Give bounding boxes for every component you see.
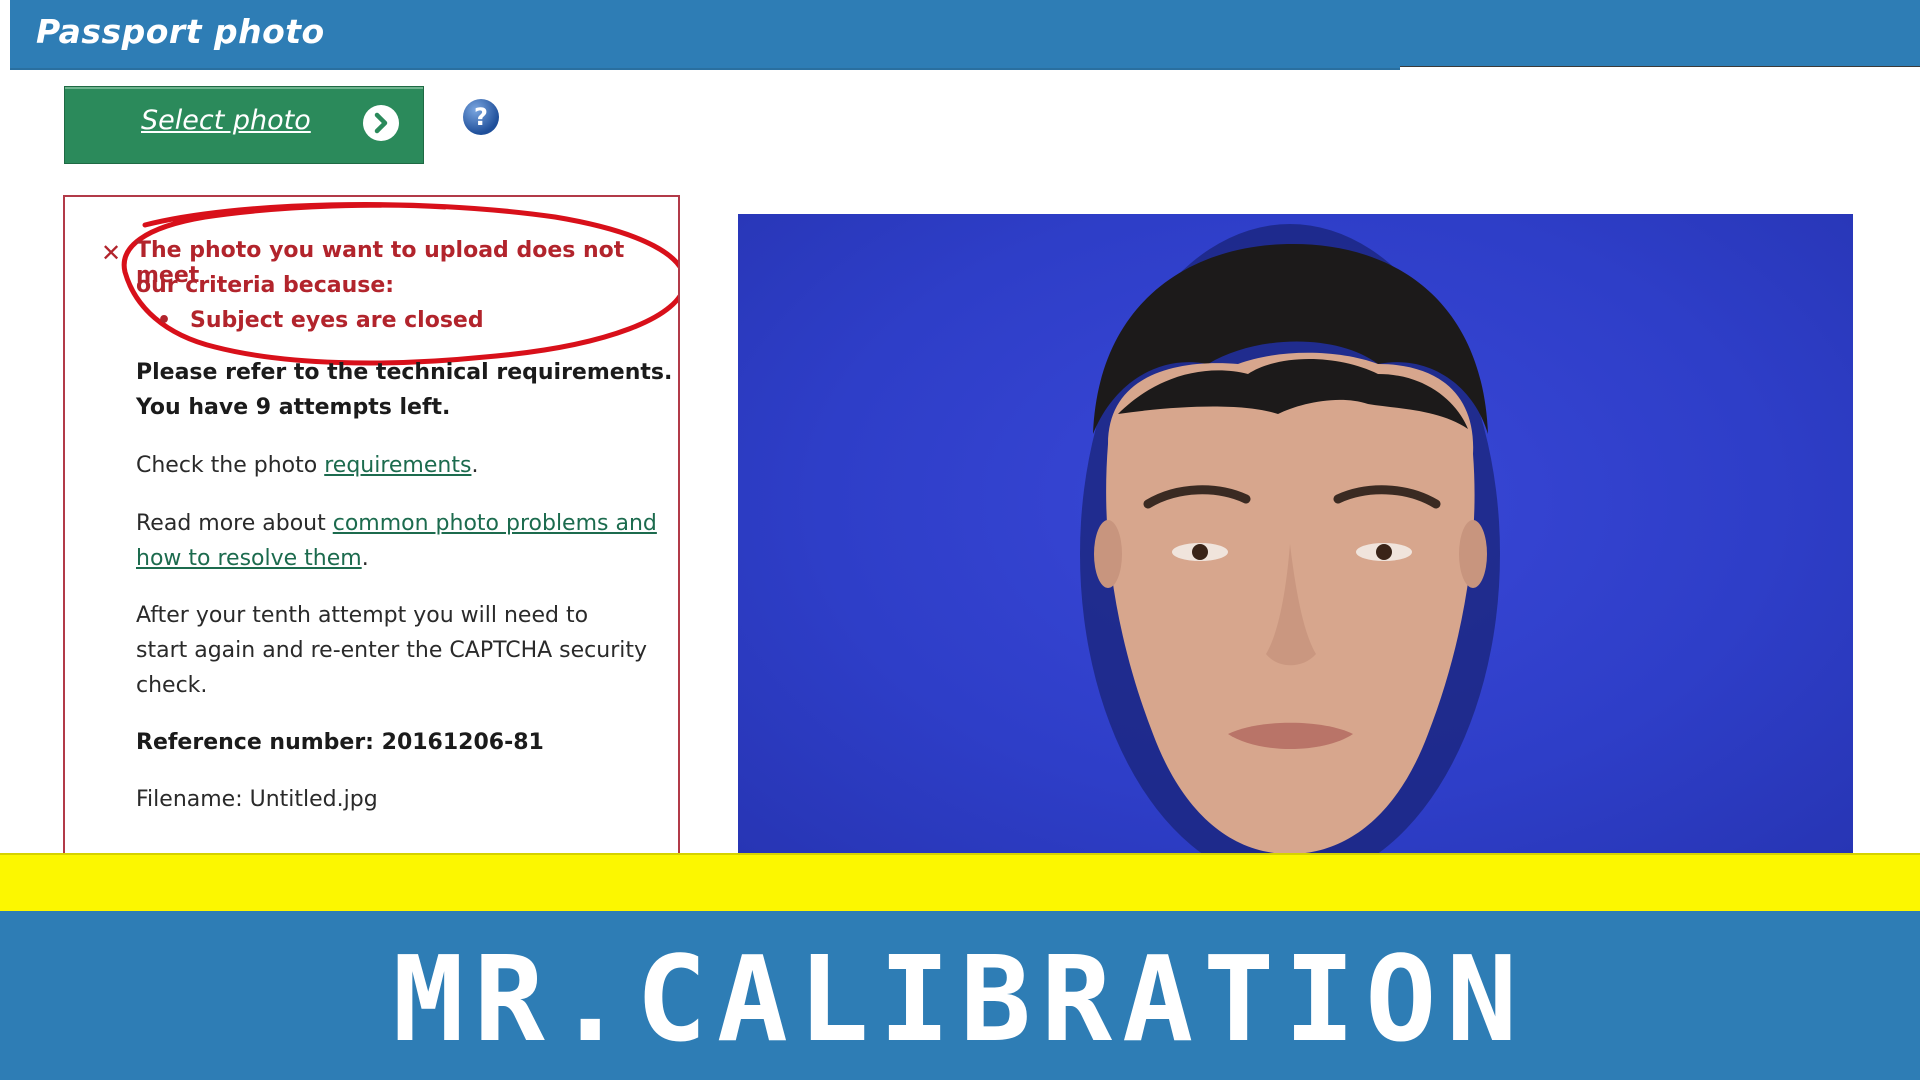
close-icon: ✕	[101, 239, 122, 267]
brand-logo-text: MR.CALIBRATION	[392, 930, 1528, 1068]
select-photo-button[interactable]: Select photo	[64, 86, 424, 164]
uploaded-photo-preview	[738, 214, 1853, 854]
page-title: Passport photo	[36, 12, 325, 51]
check-suffix: .	[471, 453, 479, 478]
error-bullet: •	[157, 308, 172, 333]
attempts-text: You have 9 attempts left.	[136, 395, 451, 420]
check-prefix: Check the photo	[136, 453, 325, 478]
refer-text: Please refer to the technical requiremen…	[136, 360, 673, 385]
read-more-prefix: Read more about	[136, 511, 333, 536]
upload-error-panel: ✕ The photo you want to upload does not …	[63, 195, 680, 857]
yellow-divider	[0, 853, 1920, 913]
read-more-line-2: how to resolve them.	[136, 546, 369, 571]
check-requirements-text: Check the photo requirements.	[136, 453, 478, 478]
error-reason: Subject eyes are closed	[190, 308, 484, 333]
select-photo-label[interactable]: Select photo	[141, 105, 311, 136]
filename-text: Filename: Untitled.jpg	[136, 787, 378, 812]
header-extension	[1400, 0, 1920, 67]
common-problems-link[interactable]: common photo problems and	[333, 511, 657, 536]
page-header: Passport photo	[10, 0, 1400, 70]
read-more-text: Read more about common photo problems an…	[136, 511, 657, 536]
error-line-2: our criteria because:	[136, 273, 395, 298]
resolve-link[interactable]: how to resolve them	[136, 546, 362, 571]
after-text-3: check.	[136, 673, 208, 698]
read-more-suffix: .	[361, 546, 369, 571]
requirements-link[interactable]: requirements	[324, 453, 471, 478]
portrait-image	[1080, 224, 1500, 854]
brand-footer: MR.CALIBRATION	[0, 911, 1920, 1080]
after-text-2: start again and re-enter the CAPTCHA sec…	[136, 638, 648, 663]
after-text-1: After your tenth attempt you will need t…	[136, 603, 589, 628]
chevron-right-icon	[363, 105, 399, 141]
reference-number: Reference number: 20161206-81	[136, 730, 544, 755]
help-icon[interactable]: ?	[463, 99, 499, 135]
